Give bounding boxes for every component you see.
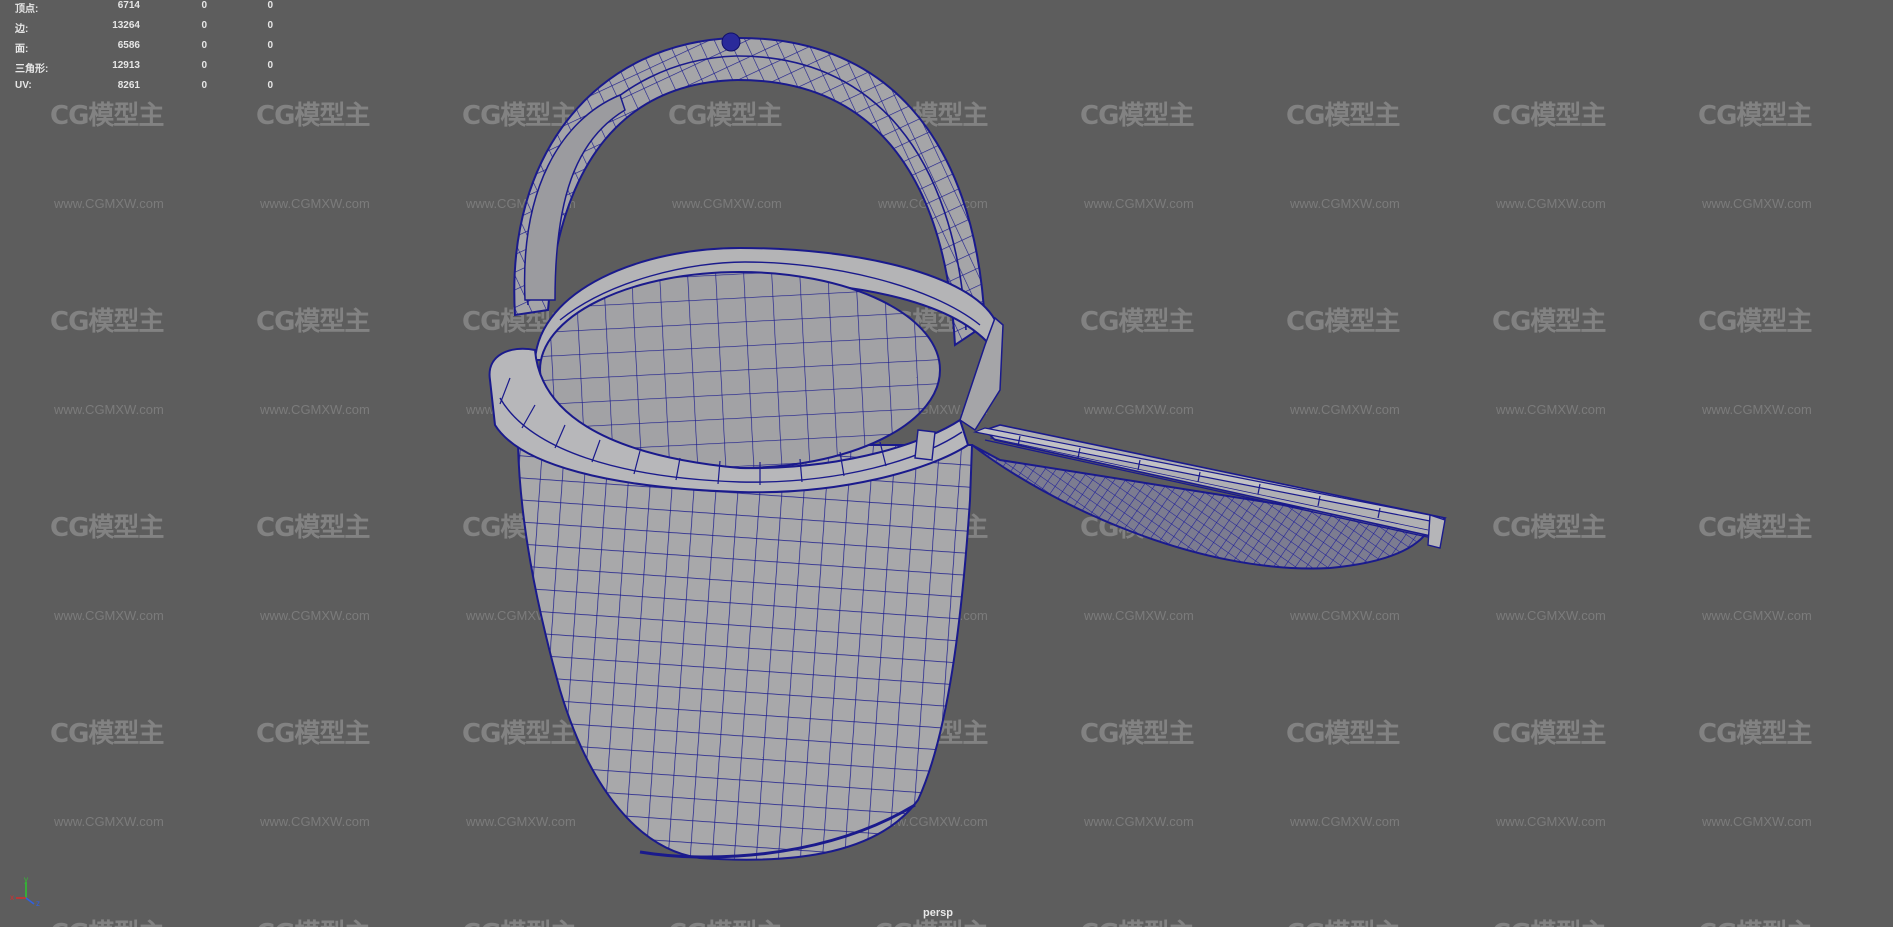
stat-label: UV: (15, 80, 32, 91)
maya-viewport[interactable]: CG模型主 CG模型主 CG模型主 CG模型主 CG模型主 CG模型主 CG模型主 CG模型主… (0, 0, 1893, 927)
stat-label: 顶点: (15, 4, 39, 15)
axis-y-label: y (24, 876, 28, 884)
bucket-model[interactable] (0, 0, 1893, 927)
stat-label: 面: (15, 44, 29, 55)
stat-selected: 0 (201, 40, 207, 51)
stat-total: 6586 (117, 40, 140, 51)
stat-uv-selected: 0 (267, 0, 273, 11)
axis-z-label: z (36, 899, 40, 908)
stat-uv-selected: 0 (267, 60, 273, 71)
stat-total: 13264 (112, 20, 140, 31)
stat-row: 顶点: 6714 0 0 (15, 0, 275, 20)
stat-uv-selected: 0 (267, 20, 273, 31)
stat-selected: 0 (201, 80, 207, 91)
stat-row: 三角形: 12913 0 0 (15, 60, 275, 80)
stat-uv-selected: 0 (267, 40, 273, 51)
stat-total: 8261 (117, 80, 140, 91)
axis-x-label: x (10, 893, 14, 902)
poly-count-hud: 顶点: 6714 0 0 边: 13264 0 0 面: 6586 0 0 三角形: 12913 0 0 UV:… (15, 0, 275, 100)
camera-label: persp (923, 907, 953, 919)
stat-total: 6714 (117, 0, 140, 11)
stat-row: 边: 13264 0 0 (15, 20, 275, 40)
stat-selected: 0 (201, 0, 207, 11)
side-net (971, 424, 1448, 570)
stat-selected: 0 (201, 20, 207, 31)
stat-total: 12913 (112, 60, 140, 71)
stat-row: 面: 6586 0 0 (15, 40, 275, 60)
stat-uv-selected: 0 (267, 80, 273, 91)
stat-selected: 0 (201, 60, 207, 71)
axis-gizmo: y x z (10, 876, 40, 908)
bucket-body (516, 444, 974, 861)
stat-label: 三角形: (15, 64, 49, 75)
axis-z-line (25, 897, 35, 905)
stat-row: UV: 8261 0 0 (15, 80, 275, 100)
stat-label: 边: (15, 24, 29, 35)
